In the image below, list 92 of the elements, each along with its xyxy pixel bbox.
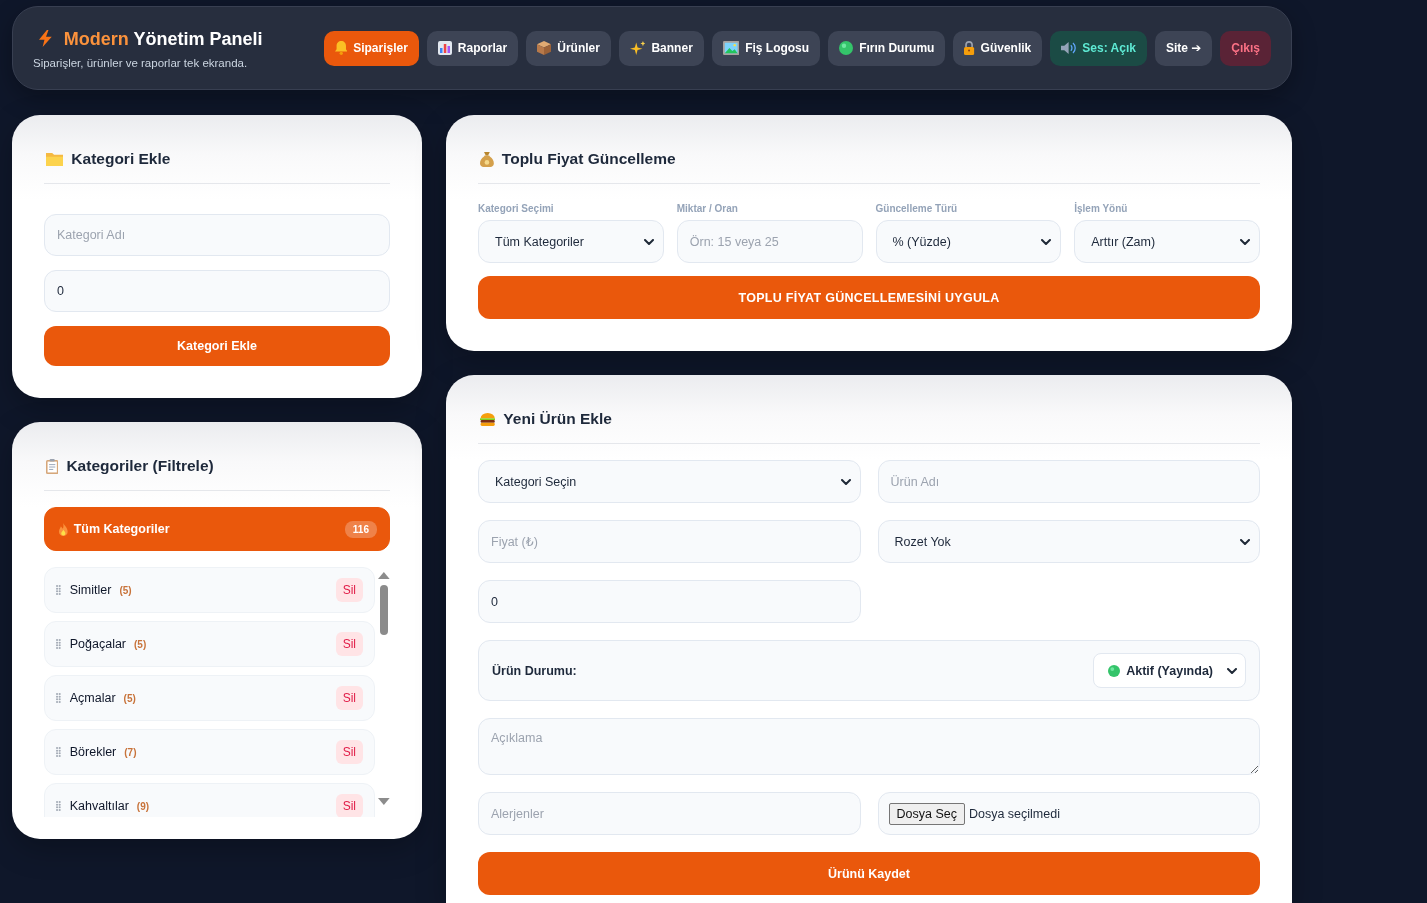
chevron-down-icon [1227, 667, 1237, 674]
clipboard-icon [46, 458, 59, 474]
image-upload-field[interactable]: Dosya Seç Dosya seçilmedi [877, 792, 1260, 835]
update-type-select[interactable]: % (Yüzde) [875, 220, 1062, 263]
sound-toggle[interactable]: Ses: Açık [1050, 30, 1147, 66]
all-categories-button[interactable]: Tüm Kategoriler 116 [44, 507, 390, 551]
chevron-down-icon [1041, 238, 1052, 245]
drag-handle-icon [56, 585, 61, 595]
card-title: Kategori Ekle [71, 150, 171, 168]
allergens-field[interactable]: Alerjenler [478, 792, 861, 835]
picture-icon [722, 41, 740, 55]
scroll-up-icon [378, 572, 390, 579]
category-name-field[interactable]: Kategori Adı [44, 214, 390, 256]
burger-icon [480, 412, 496, 426]
scroll-down-icon [378, 798, 390, 805]
add-category-button[interactable]: Kategori Ekle [44, 326, 390, 366]
bell-icon [334, 41, 348, 55]
nav-tab[interactable]: Fırın Durumu [828, 30, 946, 66]
status-label: Ürün Durumu: [492, 663, 577, 678]
lock-icon [964, 41, 975, 55]
category-name: Simitler [69, 583, 112, 597]
app-subtitle: Siparişler, ürünler ve raporlar tek ekranda. [33, 56, 249, 69]
category-list-item[interactable]: Kahvaltılar (9) Sil [44, 783, 375, 817]
drag-handle-icon [56, 801, 61, 811]
field-label: Kategori Seçimi [478, 203, 555, 215]
category-count: (5) [134, 638, 147, 650]
choose-file-button[interactable]: Dosya Seç [888, 802, 965, 825]
count-badge: 116 [344, 520, 377, 538]
delete-button[interactable]: Sil [335, 578, 363, 602]
scrollbar-thumb[interactable] [380, 585, 388, 635]
nav-tab[interactable]: Ürünler [526, 30, 611, 66]
category-list-item[interactable]: Simitler (5) Sil [44, 567, 375, 613]
category-count: (9) [136, 800, 150, 812]
card-title: Yeni Ürün Ekle [503, 410, 612, 428]
field-label: Miktar / Oran [676, 203, 739, 215]
category-name: Börekler [69, 745, 117, 759]
save-product-button[interactable]: Ürünü Kaydet [478, 852, 1260, 895]
status-select[interactable]: Aktif (Yayında) [1093, 653, 1246, 688]
drag-handle-icon [56, 747, 61, 757]
box-icon [537, 41, 552, 55]
sparkles-icon [629, 41, 646, 55]
category-count: (5) [119, 584, 132, 596]
bar-chart-icon [437, 41, 452, 55]
category-select[interactable]: Tüm Kategoriler [478, 220, 664, 263]
nav-tab[interactable]: Siparişler [323, 30, 419, 66]
category-select[interactable]: Kategori Seçin [478, 460, 861, 503]
field-label: Güncelleme Türü [875, 203, 959, 215]
site-link[interactable]: Site ➔ [1154, 30, 1213, 66]
category-count: (7) [124, 746, 137, 758]
fire-icon [59, 522, 68, 536]
app-title: Modern Yönetim Paneli [63, 27, 263, 50]
category-list-item[interactable]: Börekler (7) Sil [44, 729, 375, 775]
apply-bulk-update-button[interactable]: TOPLU FİYAT GÜNCELLEMESİNİ UYGULA [478, 276, 1260, 319]
drag-handle-icon [56, 693, 61, 703]
file-status-text: Dosya seçilmedi [968, 806, 1060, 821]
speaker-icon [1061, 42, 1077, 54]
nav-tab[interactable]: Güvenlik [953, 30, 1043, 66]
card-title: Kategoriler (Filtrele) [66, 457, 214, 475]
delete-button[interactable]: Sil [335, 740, 363, 764]
circle-icon [839, 41, 854, 55]
badge-select[interactable]: Rozet Yok [877, 520, 1260, 563]
chevron-down-icon [840, 478, 851, 485]
delete-button[interactable]: Sil [335, 632, 363, 656]
chevron-down-icon [1240, 538, 1250, 545]
nav-tab[interactable]: Raporlar [426, 30, 519, 66]
category-name: Açmalar [69, 691, 116, 705]
folder-icon [46, 152, 64, 166]
price-field[interactable]: Fiyat (₺) [478, 520, 861, 563]
chevron-down-icon [1240, 238, 1250, 245]
category-list-item[interactable]: Açmalar (5) Sil [44, 675, 375, 721]
amount-field[interactable]: Örn: 15 veya 25 [676, 220, 863, 263]
delete-button[interactable]: Sil [335, 794, 363, 817]
category-name: Poğaçalar [69, 637, 127, 651]
number-field[interactable]: 0 [478, 580, 861, 623]
nav-tab[interactable]: Banner [618, 30, 704, 66]
status-dot-icon [1108, 664, 1121, 677]
delete-button[interactable]: Sil [335, 686, 363, 710]
field-label: İşlem Yönü [1074, 203, 1129, 215]
description-field[interactable]: Açıklama [478, 718, 1260, 775]
category-count: (5) [123, 692, 136, 704]
money-bag-icon [480, 151, 494, 167]
card-title: Toplu Fiyat Güncelleme [501, 150, 676, 168]
category-order-field[interactable]: 0 [44, 270, 390, 312]
logout-button[interactable]: Çıkış [1220, 30, 1271, 66]
drag-handle-icon [56, 639, 61, 649]
category-list-item[interactable]: Poğaçalar (5) Sil [44, 621, 375, 667]
chevron-down-icon [643, 238, 654, 245]
lightning-icon [39, 30, 52, 47]
nav-tab[interactable]: Fiş Logosu [711, 30, 821, 66]
category-name: Kahvaltılar [69, 799, 129, 813]
direction-select[interactable]: Arttır (Zam) [1074, 220, 1260, 263]
product-name-field[interactable]: Ürün Adı [877, 460, 1260, 503]
